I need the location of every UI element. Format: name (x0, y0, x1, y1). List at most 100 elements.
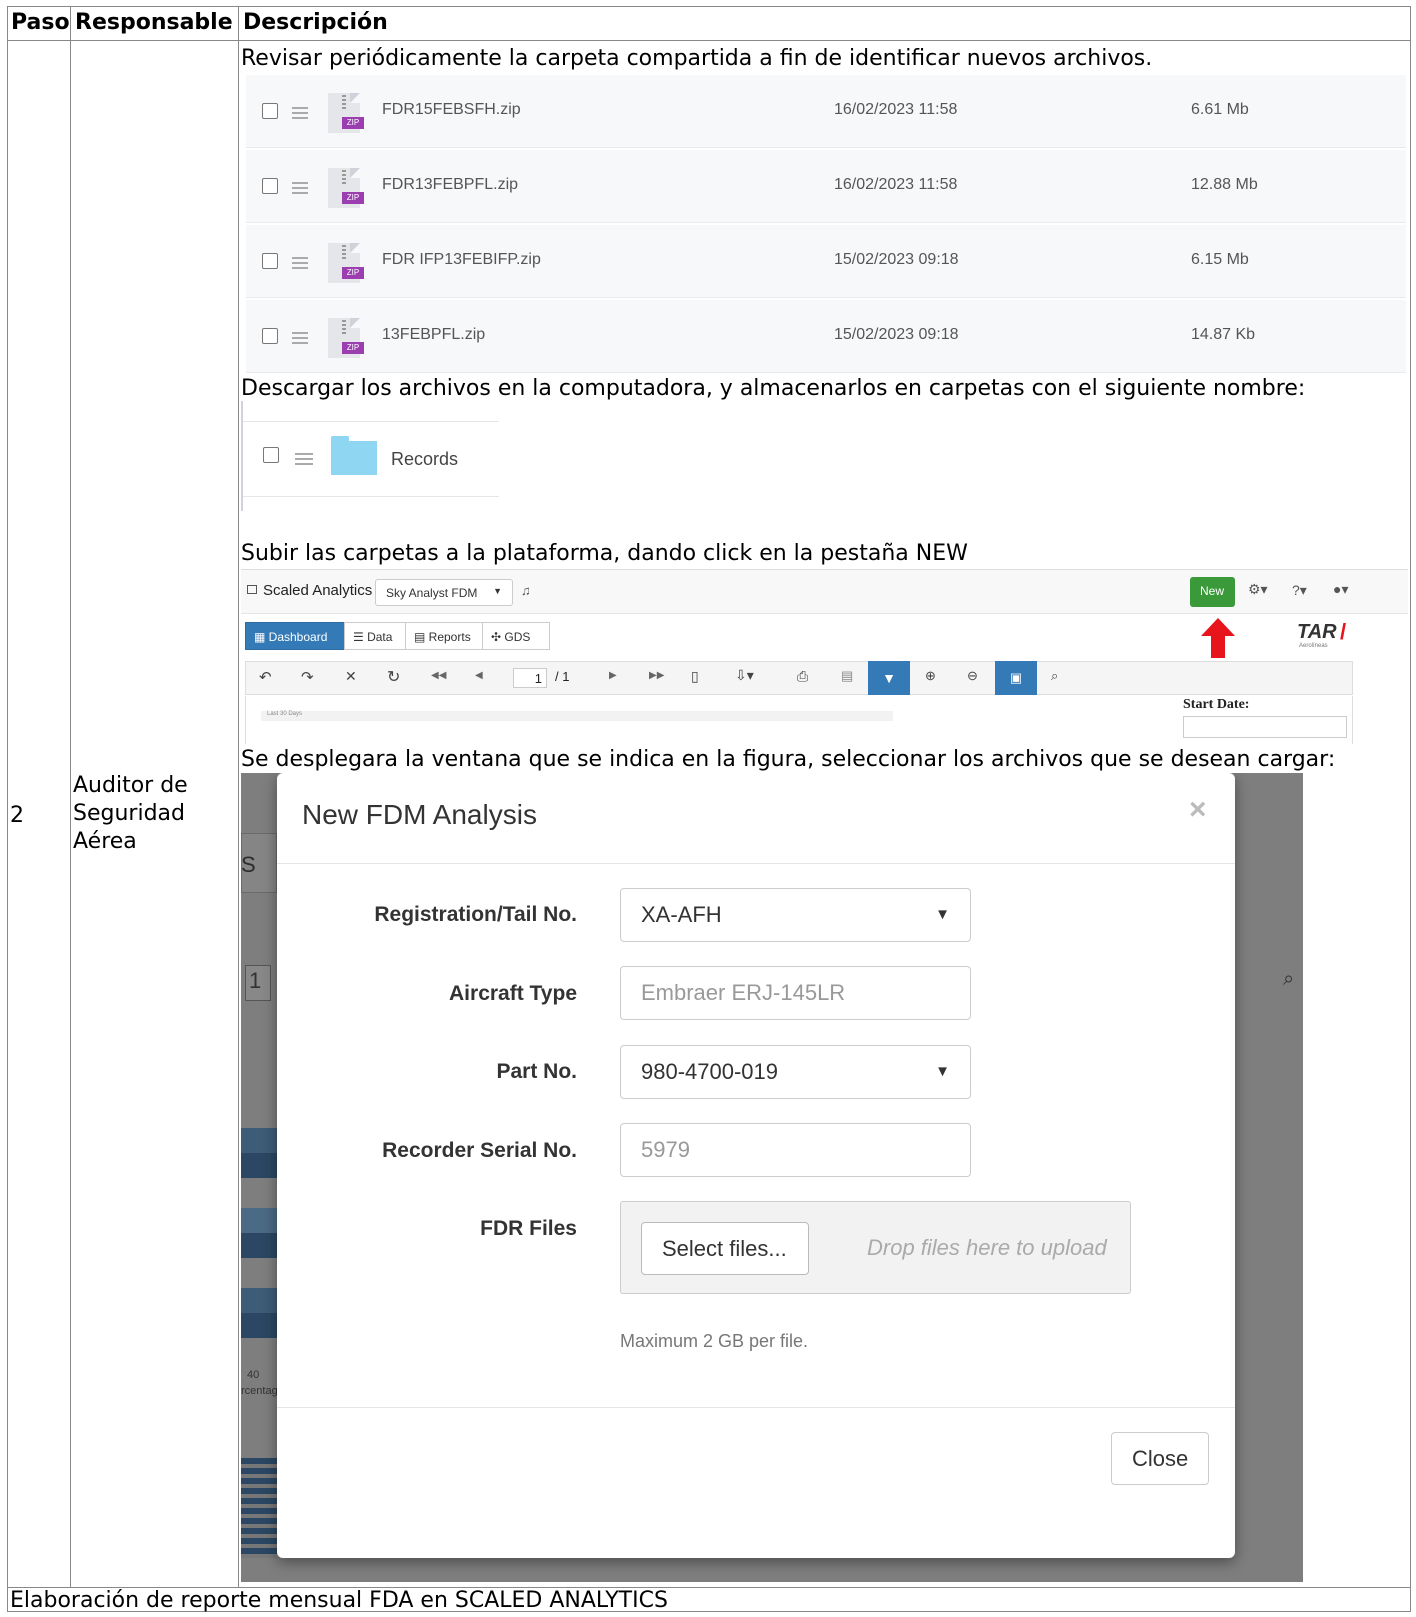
drag-handle-icon[interactable] (292, 182, 308, 194)
modal-screenshot: S 1 ⌕ 40 rcentag New FDM Analysis × Regi… (241, 773, 1303, 1582)
app-logo-icon (247, 585, 257, 594)
instruction-upload: Subir las carpetas a la plataforma, dand… (241, 541, 968, 566)
header-descripcion: Descripción (243, 10, 388, 35)
file-drop-zone[interactable]: Select files... Drop files here to uploa… (620, 1201, 1131, 1294)
help-menu[interactable]: ?▾ (1292, 582, 1307, 599)
app-name[interactable]: Scaled Analytics (263, 582, 372, 599)
folder-name[interactable]: Records (391, 449, 458, 470)
file-name[interactable]: 13FEBPFL.zip (382, 326, 485, 344)
forward-icon[interactable]: ↷ (301, 668, 314, 686)
registration-select[interactable]: XA-AFH ▼ (620, 888, 971, 942)
modal-title: New FDM Analysis (302, 799, 537, 830)
aircraft-type-label: Aircraft Type (449, 982, 577, 1005)
folder-bottom-line (243, 496, 499, 497)
responsible-role: Auditor de Seguridad Aérea (73, 773, 188, 854)
file-name[interactable]: FDR13FEBPFL.zip (382, 176, 518, 194)
new-button[interactable]: New (1190, 577, 1235, 607)
serial-label: Recorder Serial No. (382, 1139, 577, 1162)
drag-handle-icon[interactable] (292, 257, 308, 269)
new-button-label: New (1200, 584, 1225, 598)
footer-text: Elaboración de reporte mensual FDA en SC… (10, 1588, 668, 1613)
tar-logo-sub: Aerolíneas (1299, 643, 1328, 649)
file-date: 15/02/2023 09:18 (834, 326, 959, 343)
database-icon: ☰ (353, 630, 368, 644)
file-checkbox[interactable] (262, 328, 278, 344)
file-checkbox[interactable] (262, 103, 278, 119)
print-icon[interactable]: ⎙ (797, 668, 808, 685)
registration-value: XA-AFH (641, 902, 722, 927)
file-row[interactable]: ZIP FDR15FEBSFH.zip 16/02/2023 11:58 6.61 M… (246, 75, 1406, 148)
bg-bar-3 (241, 1208, 277, 1233)
aircraft-type-field[interactable]: Embraer ERJ-145LR (620, 966, 971, 1020)
file-checkbox[interactable] (262, 178, 278, 194)
tar-logo: TAR / Aerolíneas (1297, 619, 1357, 651)
search-icon[interactable]: ⌕ (1051, 668, 1058, 684)
select-files-label: Select files... (662, 1236, 787, 1261)
page-input[interactable]: 1 (513, 668, 547, 688)
page-current: 1 (534, 671, 542, 686)
bg-fragment-search-icon: ⌕ (1283, 968, 1295, 990)
part-no-select[interactable]: 980-4700-019 ▼ (620, 1045, 971, 1099)
export-icon[interactable]: ⇩▾ (735, 667, 754, 684)
refresh-icon[interactable]: ↻ (387, 667, 400, 687)
zip-file-icon: ZIP (328, 243, 364, 283)
column-divider-2 (238, 6, 239, 1587)
file-row[interactable]: ZIP 13FEBPFL.zip 15/02/2023 09:18 14.87 Kb (246, 300, 1406, 373)
file-date: 16/02/2023 11:58 (834, 176, 958, 193)
red-arrow-indicator (1201, 618, 1235, 658)
document-icon[interactable]: ▯ (691, 668, 699, 685)
close-button-label: Close (1132, 1446, 1189, 1471)
user-icon[interactable]: ●▾ (1333, 581, 1348, 598)
prev-page-icon[interactable]: ◀ (475, 670, 483, 681)
tab-reports[interactable]: ▤ Reports (405, 622, 483, 650)
select-files-button[interactable]: Select files... (641, 1222, 809, 1275)
close-button[interactable]: Close (1111, 1432, 1209, 1485)
drag-handle-icon[interactable] (292, 107, 308, 119)
tab-dashboard[interactable]: ▦ Dashboard (245, 622, 345, 650)
dashboard-icon: ▦ (254, 630, 269, 644)
file-name[interactable]: FDR IFP13FEBIFP.zip (382, 251, 541, 269)
serial-field[interactable]: 5979 (620, 1123, 971, 1177)
bg-bar-4 (241, 1233, 277, 1258)
drag-handle-icon[interactable] (292, 332, 308, 344)
file-row[interactable]: ZIP FDR13FEBPFL.zip 16/02/2023 11:58 12.88 … (246, 150, 1406, 223)
chart-strip (261, 711, 893, 721)
screen-icon[interactable]: ▣ (995, 661, 1037, 695)
start-date-input[interactable] (1183, 716, 1347, 738)
tab-gds-label: GDS (504, 630, 531, 644)
bell-icon[interactable]: ♫ (521, 583, 531, 598)
tar-logo-text: TAR (1297, 621, 1337, 643)
zoom-in-icon[interactable]: ⊕ (925, 668, 936, 684)
file-row[interactable]: ZIP FDR IFP13FEBIFP.zip 15/02/2023 09:18 6.… (246, 225, 1406, 298)
tab-data[interactable]: ☰ Data (344, 622, 406, 650)
chevron-down-icon: ▼ (935, 1063, 950, 1080)
layout-icon[interactable]: ▤ (841, 668, 853, 684)
last-page-icon[interactable]: ▶▶ (649, 670, 664, 681)
header-responsable: Responsable (75, 10, 233, 35)
analysis-selector[interactable]: Sky Analyst FDM ▼ (375, 579, 513, 606)
close-icon[interactable]: × (1189, 793, 1207, 827)
gear-icon[interactable]: ⚙▾ (1248, 581, 1268, 598)
header-paso: Paso (11, 10, 70, 35)
instruction-download: Descargar los archivos en la computadora… (241, 376, 1306, 401)
tab-data-label: Data (367, 630, 393, 644)
fdr-files-label: FDR Files (480, 1217, 577, 1240)
back-icon[interactable]: ↶ (259, 668, 272, 686)
zip-file-icon: ZIP (328, 318, 364, 358)
drag-handle-icon[interactable] (295, 453, 313, 465)
filter-icon[interactable]: ▼ (868, 661, 910, 695)
file-name[interactable]: FDR15FEBSFH.zip (382, 101, 521, 119)
zoom-out-icon[interactable]: ⊖ (967, 668, 978, 684)
first-page-icon[interactable]: ◀◀ (431, 670, 446, 681)
instruction-select: Se desplegara la ventana que se indica e… (241, 747, 1336, 772)
platform-screenshot: Scaled Analytics Sky Analyst FDM ▼ ♫ New… (241, 569, 1408, 744)
file-date: 15/02/2023 09:18 (834, 251, 959, 268)
chevron-down-icon: ▼ (935, 906, 950, 923)
file-checkbox[interactable] (262, 253, 278, 269)
analysis-selector-value: Sky Analyst FDM (386, 586, 478, 600)
tab-gds[interactable]: ✣ GDS (482, 622, 550, 650)
cancel-icon[interactable]: ✕ (345, 668, 357, 685)
folder-row-checkbox[interactable] (263, 447, 279, 463)
bg-fragment-s: S (241, 852, 256, 877)
next-page-icon[interactable]: ▶ (609, 670, 617, 681)
